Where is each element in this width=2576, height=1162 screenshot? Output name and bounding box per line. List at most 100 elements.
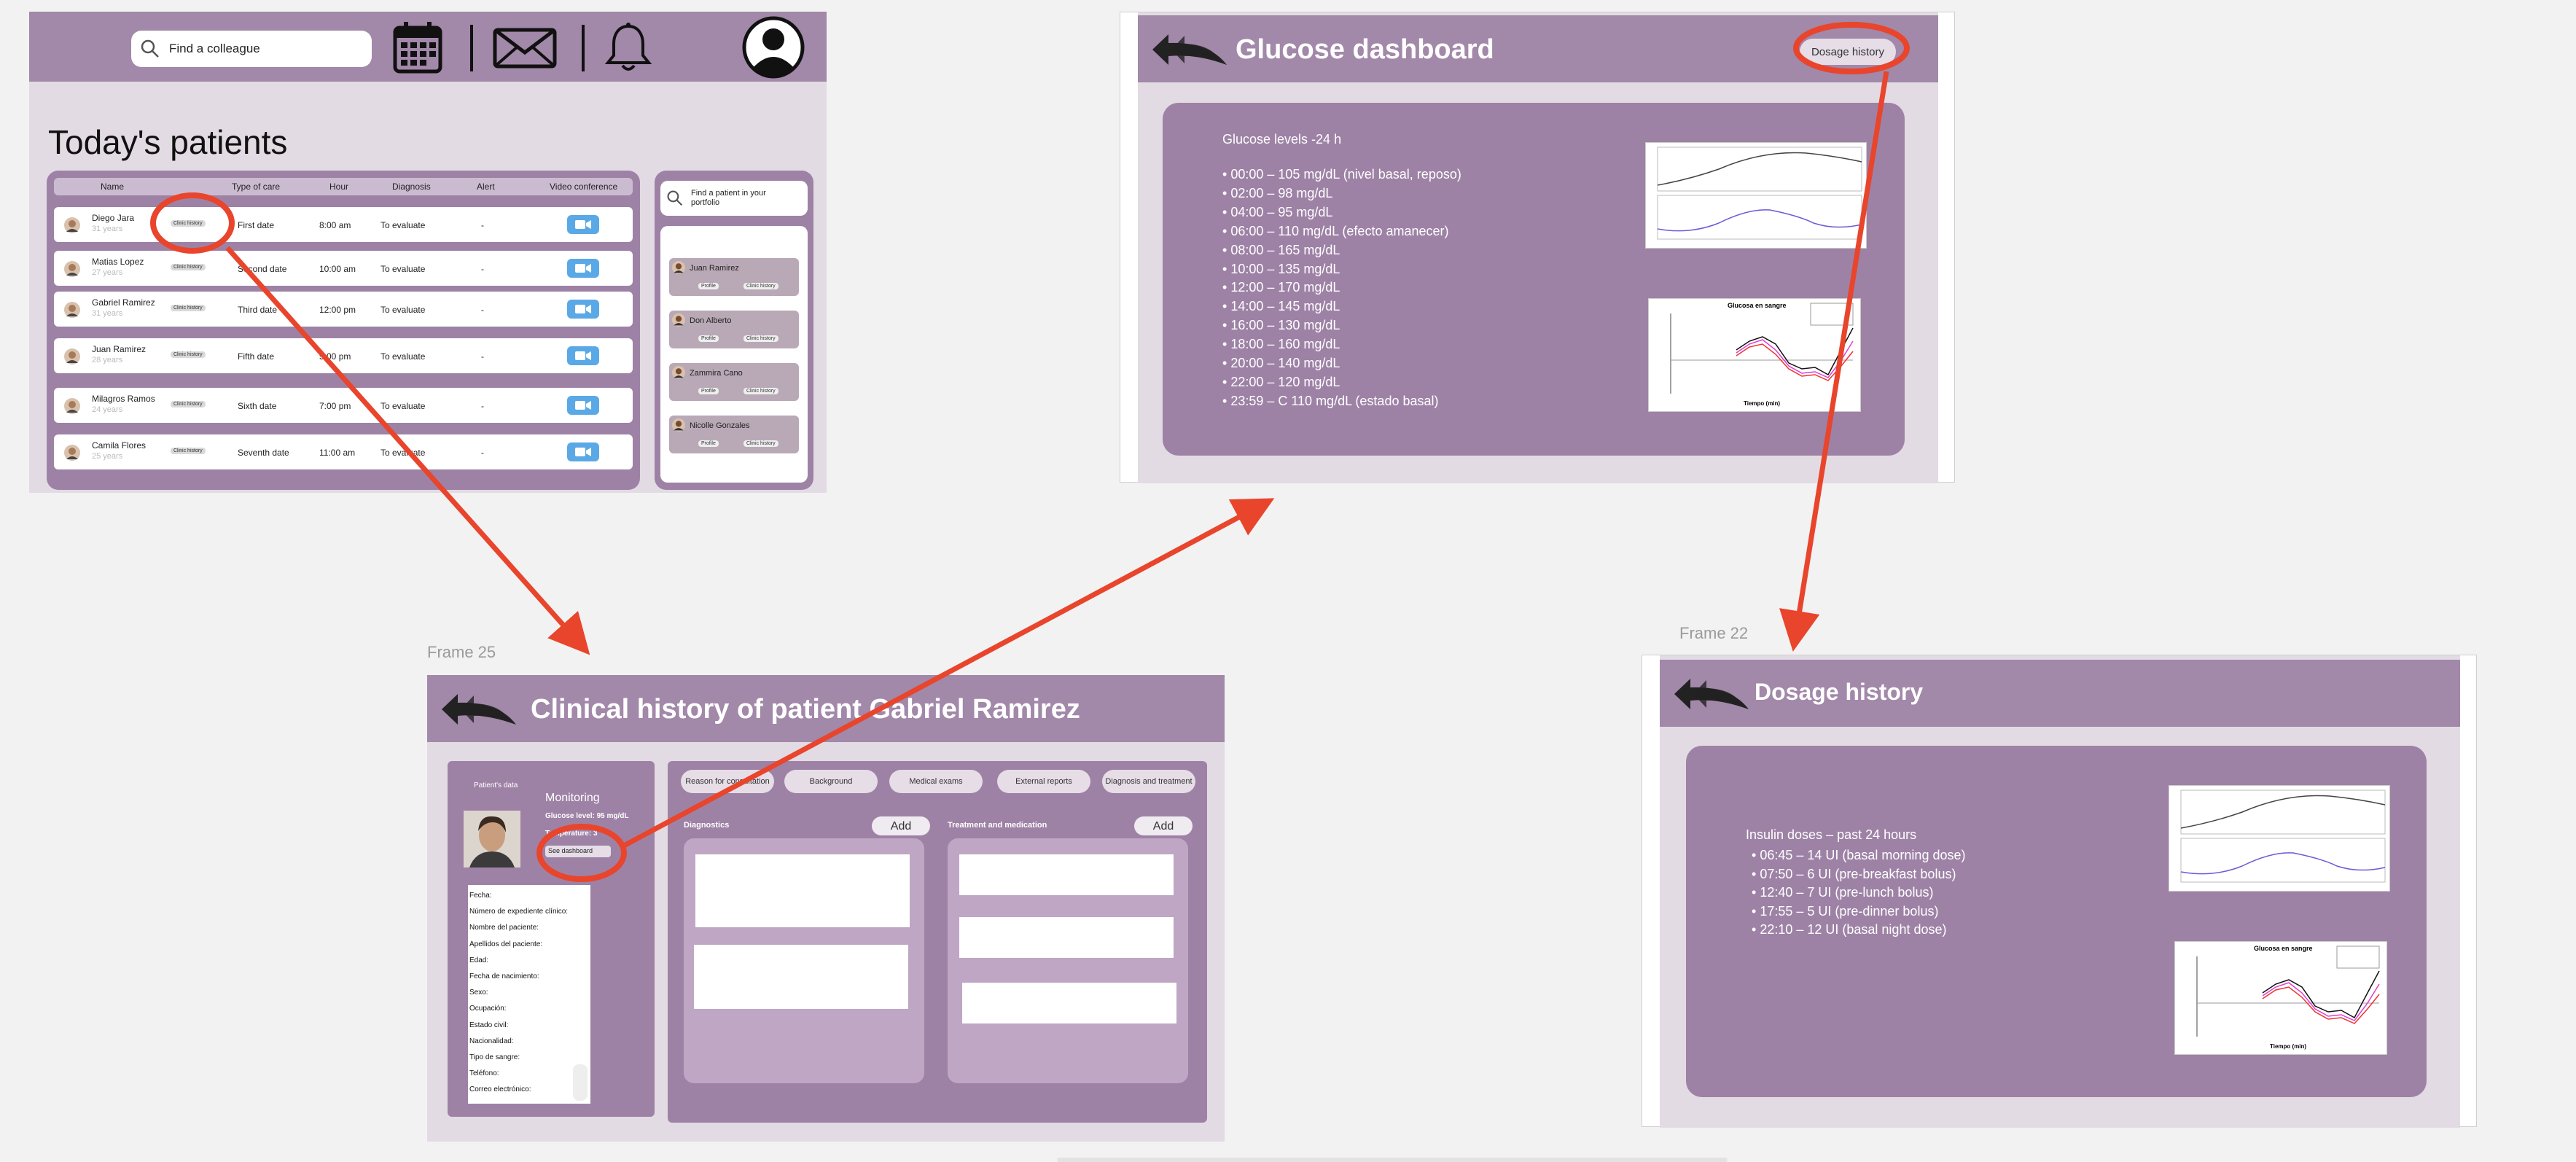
patient-name[interactable]: Milagros Ramos [92, 394, 155, 404]
chart-title: Glucosa en sangre [2254, 945, 2313, 952]
dosage-history-button[interactable]: Dosage history [1800, 39, 1896, 65]
profile-button[interactable]: Profile [698, 335, 719, 342]
treatment-entry[interactable] [962, 983, 1176, 1023]
alert: - [481, 220, 484, 230]
bullet: • [1222, 280, 1231, 295]
portfolio-card[interactable]: Nicolle Gonzales Profile Clinic history [669, 416, 799, 453]
dose-item: • 07:50 – 6 UI (pre-breakfast bolus) [1752, 865, 1965, 884]
see-dashboard-button[interactable]: See dashboard [545, 846, 611, 857]
tab[interactable]: External reports [997, 770, 1090, 793]
frame-todays-patients: Find a colleague Today's patients Name T… [29, 12, 827, 493]
portfolio-search[interactable]: Find a patient in your portfolio [660, 181, 808, 216]
video-call-button[interactable] [567, 442, 599, 461]
back-arrows-icon[interactable] [1151, 33, 1228, 66]
clinic-history-button[interactable]: Clinic history [743, 335, 778, 342]
temperature-text: Temperature: 3 [545, 830, 598, 838]
patient-age: 28 years [92, 356, 123, 364]
level-text: 00:00 – 105 mg/dL (nivel basal, reposo) [1230, 167, 1461, 182]
level-text: 06:00 – 110 mg/dL (efecto amanecer) [1230, 223, 1449, 238]
treatment-entry[interactable] [959, 917, 1174, 958]
mail-icon[interactable] [493, 28, 557, 69]
patient-field: Número de expediente clínico: [469, 908, 569, 916]
patient-name[interactable]: Camila Flores [92, 440, 146, 451]
portfolio-card[interactable]: Don Alberto Profile Clinic history [669, 311, 799, 348]
scrollbar[interactable] [573, 1064, 588, 1101]
dose-text: 07:50 – 6 UI (pre-breakfast bolus) [1760, 866, 1956, 881]
clinic-history-badge[interactable]: Clinic history [171, 351, 206, 358]
table-row[interactable]: Diego Jara 31 years Clinic history First… [54, 207, 633, 242]
video-call-button[interactable] [567, 300, 599, 319]
clinic-history-button[interactable]: Clinic history [743, 440, 778, 447]
table-row[interactable]: Juan Ramirez 28 years Clinic history Fif… [54, 338, 633, 373]
patient-name[interactable]: Juan Ramirez [92, 344, 146, 354]
portfolio-card[interactable]: Zammira Cano Profile Clinic history [669, 363, 799, 401]
table-row[interactable]: Matias Lopez 27 years Clinic history Sec… [54, 251, 633, 286]
back-arrows-icon[interactable] [440, 693, 518, 726]
video-call-button[interactable] [567, 215, 599, 234]
portfolio-card[interactable]: Juan Ramirez Profile Clinic history [669, 258, 799, 296]
level-text: 02:00 – 98 mg/dL [1230, 185, 1333, 200]
dosage-panel: Insulin doses – past 24 hours • 06:45 – … [1686, 746, 2427, 1097]
chart-xlabel: Tiempo (min) [2270, 1043, 2306, 1050]
video-camera-icon [575, 305, 591, 313]
patient-field: Apellidos del paciente: [469, 940, 543, 948]
patient-name[interactable]: Matias Lopez [92, 257, 144, 267]
table-row[interactable]: Gabriel Ramirez 31 years Clinic history … [54, 292, 633, 327]
diagnostic-entry[interactable] [695, 854, 910, 927]
divider [470, 25, 473, 71]
clinic-history-button[interactable]: Clinic history [743, 388, 778, 394]
profile-button[interactable]: Profile [698, 283, 719, 289]
video-call-button[interactable] [567, 259, 599, 278]
clinic-history-badge[interactable]: Clinic history [171, 305, 206, 311]
clinic-history-button[interactable]: Clinic history [743, 283, 778, 289]
tab[interactable]: Reason for consultation [681, 770, 774, 793]
patient-name[interactable]: Diego Jara [92, 213, 134, 223]
clinic-history-badge[interactable]: Clinic history [171, 448, 206, 454]
patient-avatar [672, 418, 685, 432]
dose-item: • 17:55 – 5 UI (pre-dinner bolus) [1752, 902, 1965, 921]
canvas-scrollbar[interactable] [1057, 1158, 1728, 1162]
diagnosis: To evaluate [380, 264, 426, 274]
portfolio-name: Zammira Cano [690, 369, 743, 378]
chart-xlabel: Tiempo (min) [1744, 400, 1780, 407]
patient-avatar [64, 445, 80, 461]
clinic-history-badge[interactable]: Clinic history [171, 264, 206, 270]
tab[interactable]: Background [784, 770, 878, 793]
clinic-history-badge[interactable]: Clinic history [171, 401, 206, 408]
treatment-entry[interactable] [959, 854, 1174, 895]
portfolio-name: Nicolle Gonzales [690, 421, 750, 430]
dosage-title: Dosage history [1755, 679, 1924, 705]
alert: - [481, 351, 484, 362]
patient-name[interactable]: Gabriel Ramirez [92, 297, 155, 308]
col-video-conference: Video conference [550, 182, 618, 192]
type-of-care: Seventh date [238, 448, 289, 458]
patient-field: Teléfono: [469, 1069, 499, 1078]
video-call-button[interactable] [567, 346, 599, 365]
tab[interactable]: Medical exams [889, 770, 983, 793]
type-of-care: First date [238, 220, 275, 230]
table-row[interactable]: Camila Flores 25 years Clinic history Se… [54, 434, 633, 469]
add-treatment-button[interactable]: Add [1134, 816, 1193, 835]
diagnostic-entry[interactable] [694, 945, 908, 1009]
table-header: Name Type of care Hour Diagnosis Alert V… [54, 178, 633, 195]
patient-avatar [64, 217, 80, 233]
dose-item: • 12:40 – 7 UI (pre-lunch bolus) [1752, 884, 1965, 902]
diagnosis: To evaluate [380, 305, 426, 315]
clinic-history-badge[interactable]: Clinic history [171, 220, 206, 227]
profile-button[interactable]: Profile [698, 440, 719, 447]
diagnosis: To evaluate [380, 401, 426, 411]
glucose-level-item: • 10:00 – 135 mg/dL [1222, 260, 1461, 279]
user-avatar-icon[interactable] [742, 16, 805, 79]
patient-data-label: Patient's data [474, 781, 518, 789]
bell-icon[interactable] [605, 22, 652, 74]
calendar-icon[interactable] [392, 20, 443, 74]
video-call-button[interactable] [567, 396, 599, 415]
profile-button[interactable]: Profile [698, 388, 719, 394]
bullet: • [1222, 223, 1231, 238]
add-diagnostic-button[interactable]: Add [872, 816, 930, 835]
colleague-search[interactable]: Find a colleague [131, 31, 372, 67]
back-arrows-icon[interactable] [1673, 677, 1750, 711]
tab[interactable]: Diagnosis and treatment [1102, 770, 1195, 793]
table-row[interactable]: Milagros Ramos 24 years Clinic history S… [54, 388, 633, 423]
top-bar: Find a colleague [29, 12, 827, 82]
